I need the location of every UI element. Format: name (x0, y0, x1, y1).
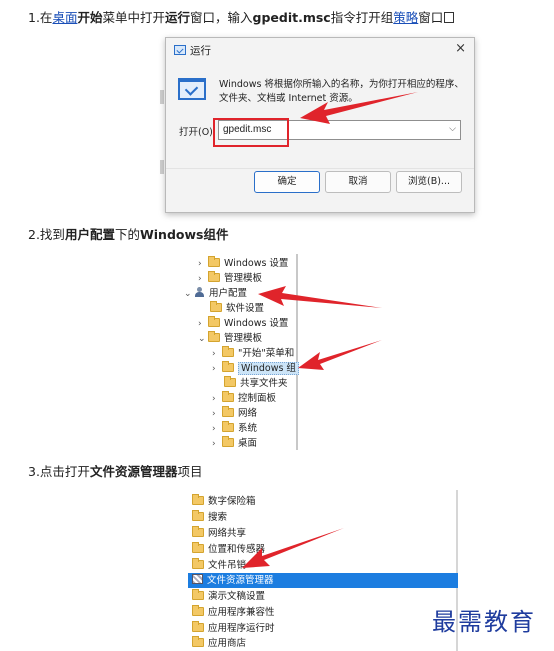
folder-icon (192, 589, 204, 600)
run-app-icon (178, 78, 206, 100)
folder-icon (192, 636, 204, 647)
step-1-text: 1.在桌面开始菜单中打开运行窗口，输入gpedit.msc指令打开组策略窗口 (28, 10, 455, 26)
chevron-right-icon[interactable]: › (212, 437, 222, 452)
folder-icon (208, 331, 220, 342)
folder-icon (224, 376, 236, 387)
list-item[interactable]: 搜索 (188, 510, 458, 525)
tree-item-user-config[interactable]: ⌄ 用户配置 (184, 286, 247, 301)
folder-icon (222, 421, 234, 432)
user-icon (194, 287, 206, 298)
step-2-text: 2.找到用户配置下的Windows组件 (28, 227, 229, 242)
list-item[interactable]: 演示文稿设置 (188, 589, 458, 604)
chevron-right-icon[interactable]: › (198, 257, 208, 272)
tree-item-control-panel[interactable]: › 控制面板 (212, 391, 276, 406)
tree-item-admin-templates[interactable]: › 管理模板 (198, 271, 262, 286)
folder-icon (208, 271, 220, 282)
folder-icon (192, 494, 204, 505)
step-3-text: 3.点击打开文件资源管理器项目 (28, 464, 203, 479)
tree-item-windows-settings-2[interactable]: › Windows 设置 (198, 316, 288, 331)
folder-icon (192, 621, 204, 632)
red-arrow-icon (298, 340, 382, 370)
chevron-right-icon[interactable]: › (212, 422, 222, 437)
policy-setting-icon (192, 574, 203, 584)
desktop-link[interactable]: 桌面 (52, 10, 77, 25)
list-item[interactable]: 应用程序兼容性 (188, 605, 458, 620)
chevron-right-icon[interactable]: › (212, 362, 222, 377)
list-item[interactable]: 应用程序运行时 (188, 621, 458, 636)
background-fragment (160, 160, 164, 174)
folder-icon (192, 510, 204, 521)
tree-item-network[interactable]: › 网络 (212, 406, 257, 421)
cancel-button[interactable]: 取消 (325, 171, 391, 193)
red-arrow-icon (242, 528, 344, 568)
folder-icon (222, 391, 234, 402)
browse-button[interactable]: 浏览(B)... (396, 171, 462, 193)
tree-item-admin-templates-2[interactable]: ⌄ 管理模板 (198, 331, 262, 346)
chevron-down-icon[interactable]: ⌄ (198, 332, 208, 347)
list-item[interactable]: 数字保险箱 (188, 494, 458, 509)
background-fragment (160, 90, 164, 104)
open-label: 打开(O): (179, 127, 217, 138)
tree-item-windows-components[interactable]: › Windows 组 (212, 361, 299, 376)
tree-item-desktop[interactable]: › 桌面 (212, 436, 257, 451)
chevron-down-icon[interactable]: ⌵ (449, 123, 456, 134)
folder-icon (208, 256, 220, 267)
ok-button[interactable]: 确定 (254, 171, 320, 193)
run-dialog-title: 运行 (174, 43, 211, 58)
tree-item-start-menu[interactable]: › "开始"菜单和 (212, 346, 294, 361)
list-item[interactable]: 应用商店 (188, 636, 458, 651)
folder-icon (222, 406, 234, 417)
tree-item-windows-settings[interactable]: › Windows 设置 (198, 256, 288, 271)
list-item-file-explorer[interactable]: 文件资源管理器 (188, 573, 458, 588)
chevron-right-icon[interactable]: › (198, 317, 208, 332)
folder-icon (192, 542, 204, 553)
tree-item-system[interactable]: › 系统 (212, 421, 257, 436)
close-icon[interactable]: × (455, 41, 466, 56)
box-glyph (444, 12, 455, 23)
chevron-right-icon[interactable]: › (212, 392, 222, 407)
red-arrow-icon (300, 92, 418, 124)
chevron-down-icon[interactable]: ⌄ (184, 287, 194, 302)
folder-icon (208, 316, 220, 327)
folder-icon (192, 558, 204, 569)
folder-icon (210, 301, 222, 312)
watermark-logo: 最需教育 (432, 608, 536, 636)
input-highlight-box (213, 118, 289, 147)
folder-icon (192, 526, 204, 537)
run-icon (174, 45, 186, 55)
policy-link[interactable]: 策略 (393, 10, 418, 25)
folder-icon (222, 436, 234, 447)
chevron-right-icon[interactable]: › (198, 272, 208, 287)
folder-icon (192, 605, 204, 616)
chevron-right-icon[interactable]: › (212, 347, 222, 362)
red-arrow-icon (258, 286, 382, 308)
tree-item-shared-folders[interactable]: 共享文件夹 (224, 376, 288, 391)
chevron-right-icon[interactable]: › (212, 407, 222, 422)
folder-icon (222, 346, 234, 357)
folder-icon (222, 361, 234, 372)
